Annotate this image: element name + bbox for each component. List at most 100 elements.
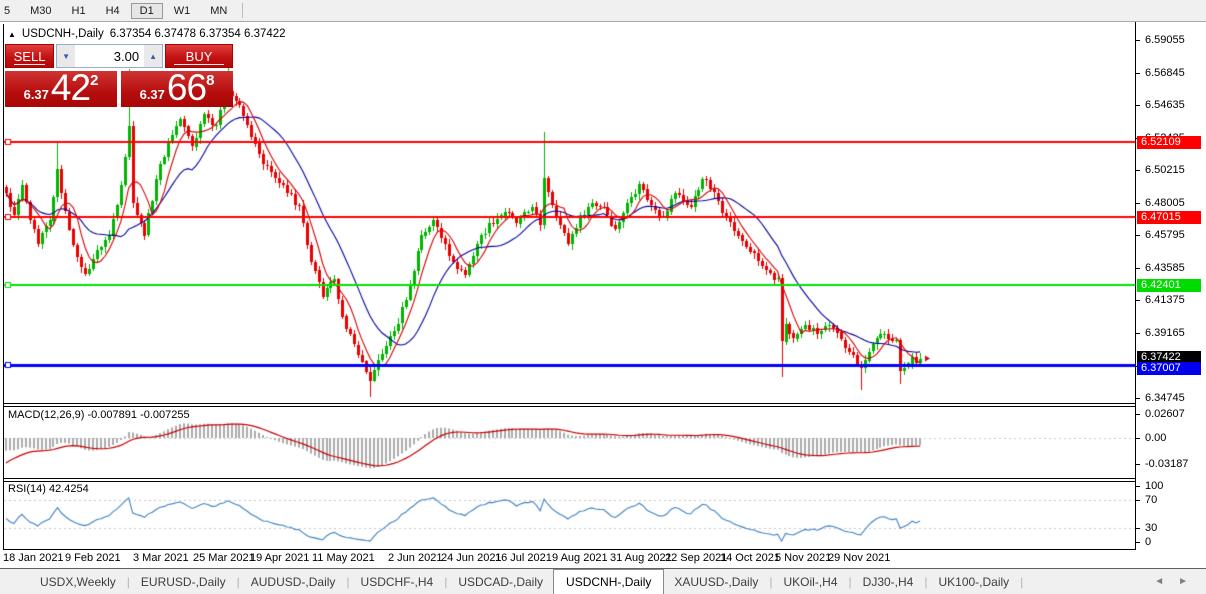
price-tick-mark [1136, 268, 1140, 269]
buy-price-prefix: 6.37 [140, 85, 165, 105]
tab-scroll-arrows: ◄► [1154, 576, 1188, 587]
price-tick-mark [1136, 40, 1140, 41]
price-line-label[interactable]: 6.42401 [1137, 279, 1201, 292]
date-label: 22 Sep 2021 [665, 552, 727, 564]
sell-price-prefix: 6.37 [24, 85, 49, 105]
sell-button[interactable]: SELL [5, 44, 54, 68]
one-click-trade-widget: SELL ▼ ▲ BUY 6.37 42 2 6.37 66 8 [5, 44, 233, 107]
collapse-icon[interactable]: ▲ [8, 30, 16, 39]
price-tick-mark [1136, 300, 1140, 301]
date-label: 24 Jun 2021 [441, 552, 502, 564]
price-tick-mark [1136, 333, 1140, 334]
price-tick-label: 6.56845 [1145, 67, 1185, 79]
price-tick-mark [1136, 398, 1140, 399]
indicator-tick-label: 0.02607 [1145, 408, 1185, 420]
tab-uk100-daily[interactable]: UK100-,Daily [928, 571, 1019, 593]
tab-separator: | [849, 575, 852, 589]
date-label: 2 Jun 2021 [388, 552, 442, 564]
price-line-label[interactable]: 6.47015 [1137, 211, 1201, 224]
tab-eurusd-daily[interactable]: EURUSD-,Daily [131, 571, 236, 593]
price-tick-label: 6.43585 [1145, 262, 1185, 274]
price-tick-mark [1136, 235, 1140, 236]
tab-separator: | [127, 575, 130, 589]
chart-title: ▲ USDCNH-,Daily 6.37354 6.37478 6.37354 … [8, 28, 286, 40]
tab-usdcnh-daily[interactable]: USDCNH-,Daily [553, 569, 664, 594]
timeframe-H4[interactable]: H4 [97, 3, 129, 19]
tab-usdchf-h4[interactable]: USDCHF-,H4 [351, 571, 444, 593]
tab-xauusd-daily[interactable]: XAUUSD-,Daily [664, 571, 768, 593]
price-tick-label: 6.48005 [1145, 197, 1185, 209]
price-tick-label: 6.54635 [1145, 99, 1185, 111]
sell-underline [14, 64, 45, 65]
price-tick-label: 6.45795 [1145, 229, 1185, 241]
price-tick-mark [1136, 170, 1140, 171]
date-label: 11 May 2021 [312, 552, 375, 564]
buy-price-pip: 8 [206, 72, 214, 89]
tab-separator: | [346, 575, 349, 589]
tab-separator: | [237, 575, 240, 589]
timeframe-5[interactable]: 5 [0, 3, 19, 19]
tab-audusd-daily[interactable]: AUDUSD-,Daily [241, 571, 346, 593]
chevron-up-icon: ▲ [149, 52, 157, 61]
timeframe-D1[interactable]: D1 [131, 3, 163, 19]
tab-separator: | [1020, 575, 1023, 589]
date-axis[interactable]: 18 Jan 20219 Feb 20213 Mar 202125 Mar 20… [0, 550, 1135, 567]
tab-scroll-right-icon[interactable]: ► [1178, 576, 1188, 587]
tab-usdcad-daily[interactable]: USDCAD-,Daily [448, 571, 553, 593]
indicator-tick-mark [1136, 486, 1140, 487]
timeframe-W1[interactable]: W1 [165, 3, 200, 19]
sell-price-big: 42 [51, 72, 90, 105]
tab-scroll-left-icon[interactable]: ◄ [1154, 576, 1164, 587]
toolbar-separator [242, 3, 243, 18]
chart-ohlc-values: 6.37354 6.37478 6.37354 6.37422 [110, 28, 286, 40]
timeframe-M30[interactable]: M30 [21, 3, 60, 19]
volume-input[interactable] [75, 45, 144, 67]
chart-tabbar: USDX,Weekly|EURUSD-,Daily|AUDUSD-,Daily|… [0, 568, 1206, 594]
tab-ukoil-h4[interactable]: UKOil-,H4 [774, 571, 848, 593]
date-label: 9 Aug 2021 [552, 552, 608, 564]
tab-separator: | [769, 575, 772, 589]
main-macd-separator-a [3, 403, 1136, 404]
date-label: 9 Feb 2021 [65, 552, 121, 564]
indicator-tick-mark [1136, 464, 1140, 465]
price-tick-label: 6.59055 [1145, 34, 1185, 46]
tab-separator: | [924, 575, 927, 589]
date-label: 18 Jan 2021 [3, 552, 64, 564]
sell-quote-tile[interactable]: 6.37 42 2 [5, 71, 117, 107]
date-label: 14 Oct 2021 [720, 552, 780, 564]
price-axis[interactable]: 6.590556.568456.546356.524256.502156.480… [1136, 22, 1206, 567]
timeframe-toolbar: 5M30H1H4D1W1MN [0, 0, 1206, 22]
price-tick-label: 6.34745 [1145, 392, 1185, 404]
sell-button-label: SELL [14, 49, 46, 64]
indicator-tick-label: 0.00 [1145, 432, 1166, 444]
buy-quote-tile[interactable]: 6.37 66 8 [121, 71, 233, 107]
price-tick-label: 6.39165 [1145, 327, 1185, 339]
price-line-label[interactable]: 6.37007 [1137, 362, 1201, 375]
timeframe-H1[interactable]: H1 [63, 3, 95, 19]
tab-dj30-h4[interactable]: DJ30-,H4 [853, 571, 924, 593]
indicator-tick-mark [1136, 500, 1140, 501]
buy-button-label: BUY [186, 49, 213, 64]
price-tick-mark [1136, 73, 1140, 74]
indicator-tick-label: 30 [1145, 522, 1157, 534]
macd-label: MACD(12,26,9) -0.007891 -0.007255 [8, 409, 190, 421]
rsi-canvas[interactable] [4, 482, 1135, 549]
buy-underline [174, 64, 224, 65]
date-label: 3 Mar 2021 [133, 552, 189, 564]
timeframe-MN[interactable]: MN [201, 3, 236, 19]
volume-down-button[interactable]: ▼ [57, 45, 75, 67]
indicator-tick-mark [1136, 438, 1140, 439]
price-tick-mark [1136, 203, 1140, 204]
volume-stepper: ▼ ▲ [56, 44, 163, 68]
tab-usdx-weekly[interactable]: USDX,Weekly [30, 571, 126, 593]
chart-symbol: USDCNH-,Daily [22, 28, 104, 40]
indicator-tick-mark [1136, 542, 1140, 543]
macd-rsi-separator-a [3, 478, 1136, 479]
price-tick-label: 6.41375 [1145, 294, 1185, 306]
date-label: 29 Nov 2021 [828, 552, 890, 564]
buy-button[interactable]: BUY [165, 44, 233, 68]
price-line-label[interactable]: 6.52109 [1137, 136, 1201, 149]
volume-up-button[interactable]: ▲ [144, 45, 162, 67]
tab-separator: | [444, 575, 447, 589]
indicator-tick-label: -0.03187 [1145, 458, 1188, 470]
